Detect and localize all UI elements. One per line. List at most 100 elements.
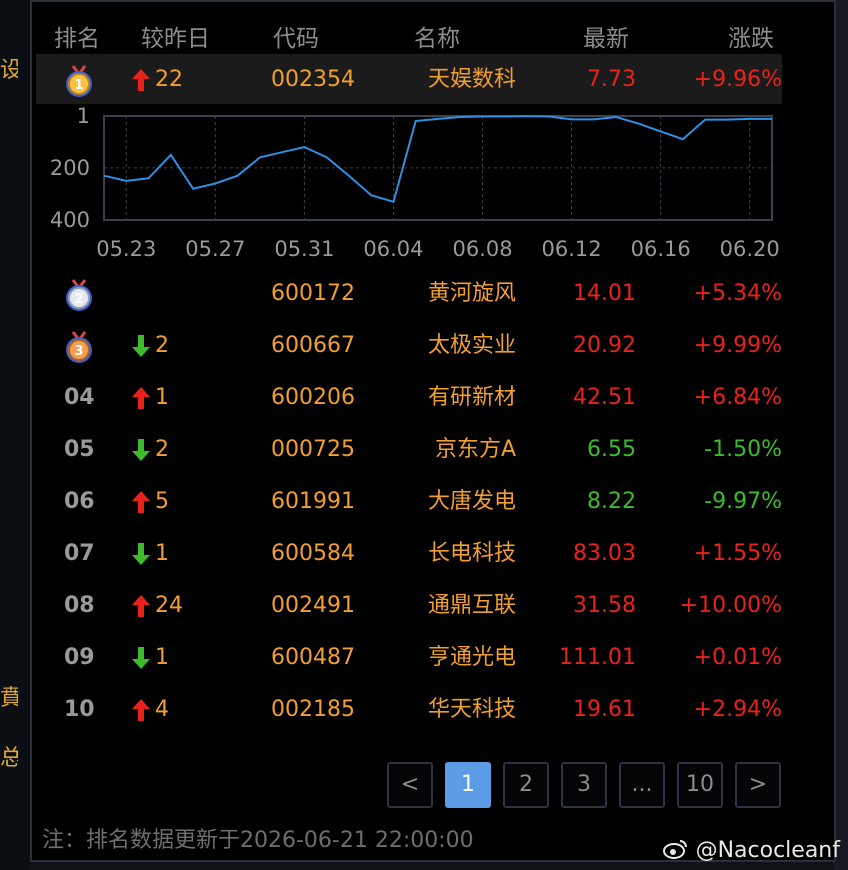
stock-name: 太极实业 xyxy=(427,333,516,358)
stock-code: 002491 xyxy=(271,593,355,618)
bronze-medal-icon: 3 xyxy=(66,331,92,363)
weibo-icon xyxy=(662,840,687,859)
stock-name: 亨通光电 xyxy=(427,645,516,670)
rank-number: 10 xyxy=(64,697,95,722)
medal-rank-number: 1 xyxy=(74,78,83,93)
page-button-ellipsis[interactable]: ... xyxy=(619,762,665,808)
change-percent: +9.96% xyxy=(693,67,782,92)
arrow-down-icon xyxy=(132,335,150,357)
arrow-up-icon xyxy=(132,69,150,91)
edge-text: 设 xyxy=(0,58,18,80)
prev-page-button[interactable]: < xyxy=(387,762,433,808)
rank-number: 05 xyxy=(64,437,95,462)
stock-name: 通鼎互联 xyxy=(427,593,516,618)
rank-change: 1 xyxy=(155,541,169,566)
table-row[interactable]: 04 1 600206 有研新材 42.51 +6.84% xyxy=(36,372,782,424)
table-row[interactable]: 1 22 002354 天娱数科 7.73 +9.96% xyxy=(36,54,782,104)
rank-change: 22 xyxy=(155,67,183,92)
stock-name: 天娱数科 xyxy=(427,67,516,92)
header-change: 涨跌 xyxy=(728,26,774,52)
y-tick-label: 1 xyxy=(77,104,90,128)
stock-name: 有研新材 xyxy=(427,385,516,410)
stock-code: 002185 xyxy=(271,697,355,722)
stock-code: 600172 xyxy=(271,281,355,306)
stock-code: 600584 xyxy=(271,541,355,566)
rank-number: 04 xyxy=(64,385,95,410)
table-row[interactable]: 10 4 002185 华天科技 19.61 +2.94% xyxy=(36,684,782,736)
latest-price: 42.51 xyxy=(573,385,636,410)
page-button-1[interactable]: 1 xyxy=(445,762,491,808)
change-percent: +1.55% xyxy=(693,541,782,566)
change-percent: -1.50% xyxy=(704,437,782,462)
header-rank: 排名 xyxy=(54,26,100,52)
stock-name: 京东方A xyxy=(434,437,516,462)
x-tick-label: 05.23 xyxy=(96,237,156,261)
header-vs-yesterday: 较昨日 xyxy=(141,26,210,52)
table-row[interactable]: 06 5 601991 大唐发电 8.22 -9.97% xyxy=(36,476,782,528)
x-tick-label: 06.20 xyxy=(720,237,780,261)
rank-number: 09 xyxy=(64,645,95,670)
latest-price: 20.92 xyxy=(573,333,636,358)
header-latest: 最新 xyxy=(583,26,629,52)
next-page-button[interactable]: > xyxy=(735,762,781,808)
latest-price: 8.22 xyxy=(587,489,636,514)
arrow-down-icon xyxy=(132,647,150,669)
watermark: @Nacocleanf xyxy=(662,838,840,863)
stock-code: 600487 xyxy=(271,645,355,670)
x-tick-label: 05.27 xyxy=(185,237,245,261)
rank-change: 2 xyxy=(155,437,169,462)
stock-code: 600206 xyxy=(271,385,355,410)
change-percent: +10.00% xyxy=(679,593,782,618)
table-row[interactable]: 07 1 600584 长电科技 83.03 +1.55% xyxy=(36,528,782,580)
page-button-10[interactable]: 10 xyxy=(677,762,723,808)
background-strip-left: 设 賁 总 xyxy=(0,0,30,870)
x-tick-label: 06.04 xyxy=(363,237,423,261)
x-tick-label: 06.16 xyxy=(631,237,691,261)
change-percent: +0.01% xyxy=(693,645,782,670)
arrow-up-icon xyxy=(132,699,150,721)
rank-change: 4 xyxy=(155,697,169,722)
y-tick-label: 400 xyxy=(50,208,90,232)
latest-price: 83.03 xyxy=(573,541,636,566)
x-tick-label: 06.08 xyxy=(452,237,512,261)
rank-number: 07 xyxy=(64,541,95,566)
table-row[interactable]: 05 2 000725 京东方A 6.55 -1.50% xyxy=(36,424,782,476)
edge-text: 賁 xyxy=(0,686,18,708)
arrow-down-icon xyxy=(132,543,150,565)
latest-price: 19.61 xyxy=(573,697,636,722)
stock-name: 大唐发电 xyxy=(427,489,516,514)
page-button-3[interactable]: 3 xyxy=(561,762,607,808)
table-row[interactable]: 08 24 002491 通鼎互联 31.58 +10.00% xyxy=(36,580,782,632)
rank-change: 24 xyxy=(155,593,183,618)
latest-price: 7.73 xyxy=(587,67,636,92)
latest-price: 6.55 xyxy=(587,437,636,462)
change-percent: +2.94% xyxy=(693,697,782,722)
latest-price: 31.58 xyxy=(573,593,636,618)
rank-change: 5 xyxy=(155,489,169,514)
table-row[interactable]: 09 1 600487 亨通光电 111.01 +0.01% xyxy=(36,632,782,684)
rank-change: 2 xyxy=(155,333,169,358)
header-code: 代码 xyxy=(273,26,319,52)
table-row[interactable]: 2 600172 黄河旋风 14.01 +5.34% xyxy=(36,268,782,320)
stock-name: 黄河旋风 xyxy=(427,281,516,306)
stock-code: 002354 xyxy=(271,67,355,92)
change-percent: +9.99% xyxy=(693,333,782,358)
background-strip-right xyxy=(834,0,848,870)
page-button-2[interactable]: 2 xyxy=(503,762,549,808)
edge-text: 总 xyxy=(0,746,18,768)
header-name: 名称 xyxy=(414,26,460,52)
change-percent: -9.97% xyxy=(704,489,782,514)
arrow-up-icon xyxy=(132,491,150,513)
rank-history-chart: 05.23 05.27 05.31 06.04 06.08 06.12 06.16 06.20… xyxy=(50,104,780,261)
table-row[interactable]: 3 2 600667 太极实业 20.92 +9.99% xyxy=(36,320,782,372)
change-percent: +6.84% xyxy=(693,385,782,410)
stock-name: 华天科技 xyxy=(427,697,516,722)
rank-change: 1 xyxy=(155,385,169,410)
medal-rank-number: 2 xyxy=(74,292,83,307)
arrow-up-icon xyxy=(132,595,150,617)
stock-code: 600667 xyxy=(271,333,355,358)
x-tick-label: 05.31 xyxy=(274,237,334,261)
rank-change: 1 xyxy=(155,645,169,670)
latest-price: 111.01 xyxy=(559,645,636,670)
plot-frame xyxy=(103,115,773,221)
